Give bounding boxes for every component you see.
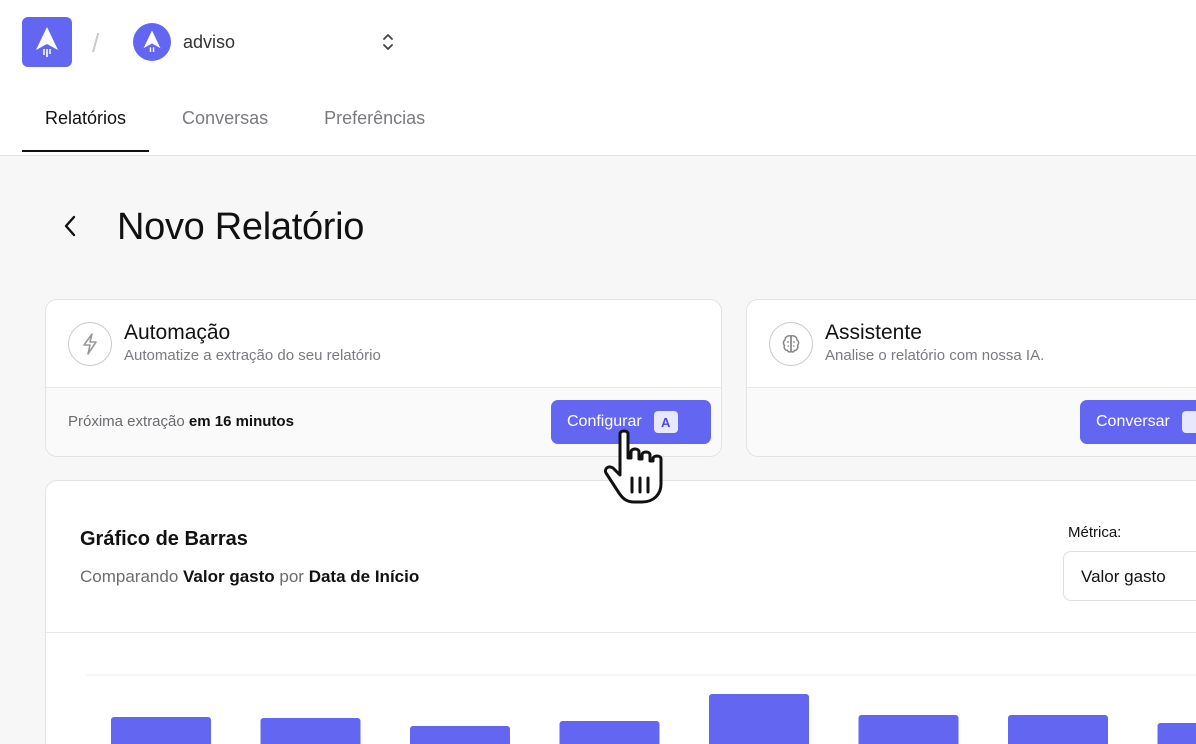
chart-desc-metric: Valor gasto (183, 567, 275, 586)
chat-button[interactable]: Conversar (1080, 400, 1196, 444)
brain-icon (782, 335, 800, 353)
bar-3[interactable] (410, 726, 510, 744)
chart-title: Gráfico de Barras (80, 528, 248, 550)
automation-icon-wrapper (68, 322, 112, 366)
bar-6[interactable] (858, 715, 959, 744)
assistant-card-footer: Conversar (747, 388, 1196, 456)
paper-plane-icon (143, 30, 161, 52)
assistant-subtitle: Analise o relatório com nossa IA. (825, 347, 1045, 364)
assistant-card: Assistente Analise o relatório com nossa… (746, 299, 1196, 457)
top-header: / adviso Relatórios Conversas Preferênci… (0, 0, 1196, 156)
bar-chart-plot (86, 674, 1196, 744)
automation-subtitle: Automatize a extração do seu relatório (124, 347, 381, 364)
bar-2[interactable] (260, 718, 361, 744)
bar-4[interactable] (559, 721, 660, 744)
chart-desc-dimension: Data de Início (308, 567, 420, 586)
bar-8[interactable] (1157, 723, 1196, 744)
metric-select[interactable]: Valor gasto (1063, 551, 1196, 601)
bar-5[interactable] (709, 694, 809, 744)
automation-card-header: Automação Automatize a extração do seu r… (46, 300, 721, 388)
back-button[interactable] (56, 210, 84, 242)
metric-label: Métrica: (1068, 524, 1122, 541)
chart-description: Comparando Valor gasto por Data de Iníci… (80, 567, 419, 587)
bar-7[interactable] (1008, 715, 1108, 744)
breadcrumb-separator: / (92, 28, 100, 58)
tab-preferencias[interactable]: Preferências (301, 96, 448, 152)
chart-desc-prefix: Comparando (80, 567, 179, 586)
main-tabs: Relatórios Conversas Preferências (22, 96, 448, 156)
next-extraction-text: Próxima extração em 16 minutos (68, 413, 294, 430)
chevrons-up-down-icon (383, 34, 393, 50)
lightning-icon (83, 333, 97, 355)
tab-relatorios[interactable]: Relatórios (22, 96, 150, 152)
bar-chart-card: Gráfico de Barras Comparando Valor gasto… (45, 480, 1196, 744)
app-logo[interactable] (22, 17, 72, 67)
assistant-card-header: Assistente Analise o relatório com nossa… (747, 300, 1196, 388)
assistant-title: Assistente (825, 321, 922, 344)
chat-shortcut-badge (1181, 411, 1196, 433)
workspace-avatar[interactable] (133, 23, 171, 61)
workspace-switcher[interactable] (378, 30, 398, 54)
workspace-name[interactable]: adviso (183, 32, 235, 53)
paper-plane-icon (36, 27, 58, 57)
next-extraction-time: em 16 minutos (188, 413, 294, 430)
tab-conversas[interactable]: Conversas (159, 96, 291, 152)
chart-desc-mid: por (279, 567, 304, 586)
chat-button-label: Conversar (1096, 413, 1170, 430)
hand-pointer-icon (604, 429, 663, 504)
assistant-icon-wrapper (769, 322, 813, 366)
automation-title: Automação (124, 321, 231, 344)
chevron-left-icon (64, 215, 76, 237)
page-title: Novo Relatório (117, 206, 365, 248)
next-extraction-label: Próxima extração (68, 413, 185, 430)
bar-1[interactable] (111, 717, 211, 744)
